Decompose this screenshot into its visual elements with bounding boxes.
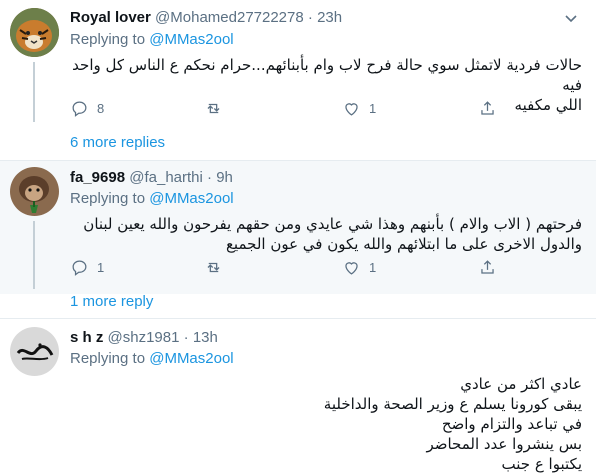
replying-to-label: Replying to (70, 190, 146, 207)
thread-line (33, 221, 35, 289)
replying-to-handle[interactable]: @MMas2ool (149, 190, 233, 207)
share-icon (481, 101, 494, 115)
retweet-icon (207, 262, 220, 273)
share-button[interactable] (478, 99, 497, 118)
share-button[interactable] (478, 258, 497, 277)
display-name[interactable]: Royal lover (70, 9, 151, 26)
tweet-text-line: فرحتهم ( الاب والام ) بأبنهم وهذا شي عاي… (83, 215, 582, 233)
replying-to: Replying to @MMas2ool (70, 350, 234, 367)
replying-to: Replying to @MMas2ool (70, 190, 234, 207)
tweet-text-line: في تباعد والتزام واضح (441, 415, 582, 433)
thread-line (33, 62, 35, 122)
display-name[interactable]: s h z (70, 329, 103, 346)
like-count: 1 (369, 260, 377, 275)
reply-count: 8 (97, 101, 105, 116)
like-button[interactable]: 1 (342, 258, 376, 277)
like-button[interactable]: 1 (342, 99, 376, 118)
chevron-down-icon[interactable] (564, 14, 578, 24)
reply-button[interactable]: 1 (70, 258, 104, 277)
like-count: 1 (369, 101, 377, 116)
tweet-actions: 8 1 (70, 99, 500, 121)
replying-to-handle[interactable]: @MMas2ool (149, 350, 233, 367)
replying-to: Replying to @MMas2ool (70, 31, 234, 48)
tweet-text-line: يبقى كورونا يسلم ع وزير الصحة والداخلية (323, 395, 582, 413)
tiger-avatar[interactable] (10, 8, 59, 57)
heart-icon (345, 103, 358, 116)
reply-icon (72, 260, 87, 276)
tweet-text: فرحتهم ( الاب والام ) بأبنهم وهذا شي عاي… (70, 214, 582, 254)
tweet-time[interactable]: 23h (317, 9, 342, 26)
heart-icon (345, 262, 358, 275)
reply-button[interactable]: 8 (70, 99, 104, 118)
tweet-header: s h z @shz1981 · 13h (70, 329, 218, 346)
retweet-icon (207, 103, 220, 114)
replying-to-label: Replying to (70, 31, 146, 48)
show-more-replies-link[interactable]: 6 more replies (70, 134, 165, 151)
tweet-text-line: حالات فردية لاتمثل سوي حالة فرح لاب وام … (72, 56, 582, 94)
tweet-text-line: يكتبوا ع جنب (501, 455, 582, 473)
retweet-button[interactable] (204, 99, 223, 118)
tweet-royal-lover[interactable]: Royal lover @Mohamed27722278 · 23h Reply… (0, 0, 596, 130)
calligraphy-avatar[interactable] (10, 327, 59, 376)
share-icon (481, 260, 494, 274)
tweet-text-line: عادي اكثر من عادي (460, 375, 582, 393)
tweet-shz[interactable]: s h z @shz1981 · 13h Replying to @MMas2o… (0, 319, 596, 473)
tweet-header: Royal lover @Mohamed27722278 · 23h (70, 9, 342, 26)
separator-dot: · (183, 329, 189, 346)
retweet-button[interactable] (204, 258, 223, 277)
separator-dot: · (307, 9, 313, 26)
tweet-actions: 1 1 (70, 258, 500, 280)
tweet-fa-9698[interactable]: fa_9698 @fa_harthi · 9h Replying to @MMa… (0, 161, 596, 294)
tweet-time[interactable]: 9h (216, 169, 233, 186)
tweet-text-line: والدول الاخرى على ما ابتلائهم والله يكون… (225, 235, 582, 253)
reply-count: 1 (97, 260, 105, 275)
tweet-time[interactable]: 13h (193, 329, 218, 346)
monkey-avatar[interactable] (10, 167, 59, 216)
replying-to-handle[interactable]: @MMas2ool (149, 31, 233, 48)
user-handle[interactable]: @Mohamed27722278 (155, 9, 304, 26)
display-name[interactable]: fa_9698 (70, 169, 125, 186)
tweet-text-line: بس ينشروا عدد المحاضر (426, 435, 582, 453)
user-handle[interactable]: @shz1981 (108, 329, 180, 346)
tweet-text: عادي اكثر من عادي يبقى كورونا يسلم ع وزي… (70, 374, 582, 474)
user-handle[interactable]: @fa_harthi (129, 169, 203, 186)
tweet-header: fa_9698 @fa_harthi · 9h (70, 169, 233, 186)
separator-dot: · (207, 169, 213, 186)
replying-to-label: Replying to (70, 350, 146, 367)
reply-icon (72, 101, 87, 117)
show-more-replies-link[interactable]: 1 more reply (70, 293, 153, 310)
